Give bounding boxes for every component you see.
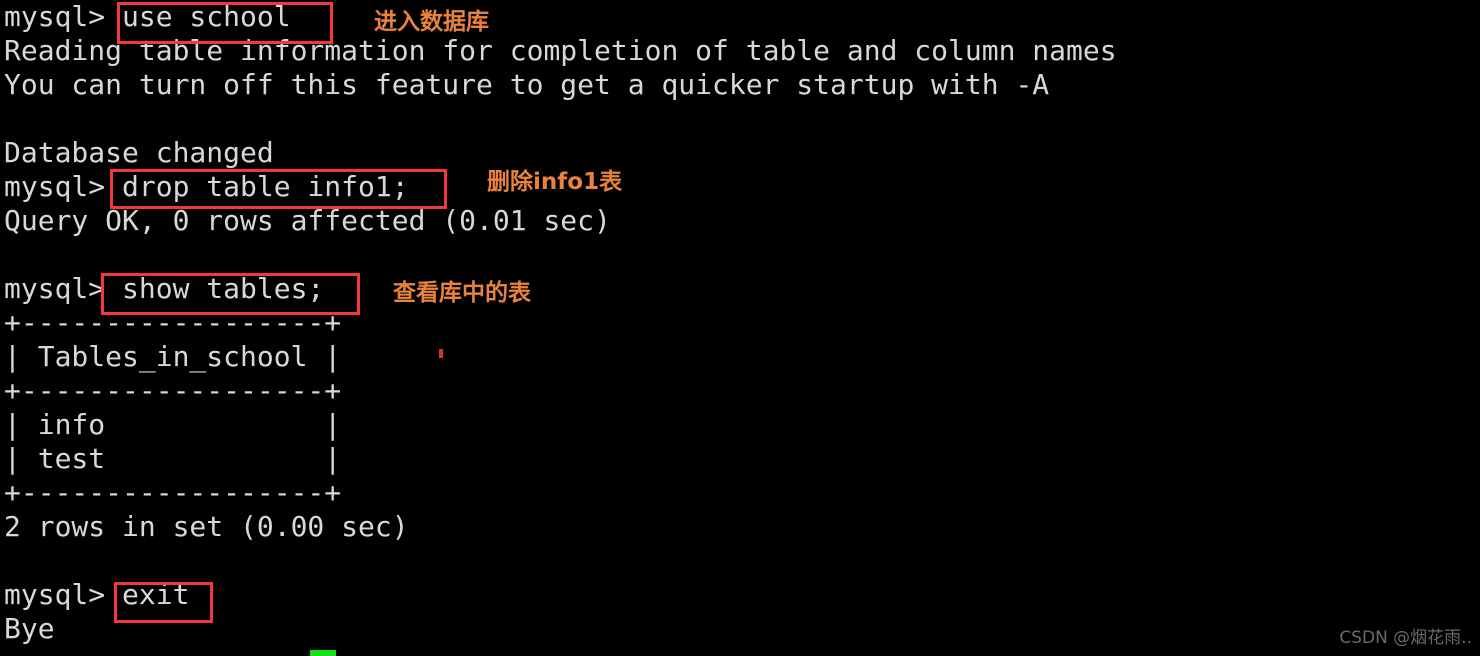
annotation-drop-info1-table: 删除info1表 (487, 169, 623, 195)
red-dot-artifact (439, 349, 443, 358)
table-border-bottom: +------------------+ (4, 476, 342, 509)
table-row: | test | (4, 442, 342, 475)
highlight-box-show-tables (101, 273, 360, 315)
terminal-line-rows-in-set: 2 rows in set (0.00 sec) (4, 510, 409, 543)
terminal-line-turn-off-feature: You can turn off this feature to get a q… (4, 68, 1050, 101)
highlight-box-exit (114, 582, 213, 623)
table-row: | info | (4, 408, 342, 441)
green-cursor-bar (310, 650, 336, 656)
highlight-box-drop-table (110, 169, 447, 209)
annotation-enter-database: 进入数据库 (374, 9, 489, 35)
highlight-box-use-school (117, 2, 333, 44)
terminal-line-database-changed: Database changed (4, 136, 274, 169)
table-border-middle: +------------------+ (4, 374, 342, 407)
table-header-row: | Tables_in_school | (4, 340, 342, 373)
terminal-window[interactable]: mysql> use school Reading table informat… (0, 0, 1480, 656)
terminal-line-bye: Bye (4, 612, 55, 645)
terminal-line-query-ok: Query OK, 0 rows affected (0.01 sec) (4, 204, 611, 237)
annotation-show-tables-in-db: 查看库中的表 (393, 280, 531, 306)
csdn-watermark: CSDN @烟花雨.. (1339, 628, 1472, 648)
